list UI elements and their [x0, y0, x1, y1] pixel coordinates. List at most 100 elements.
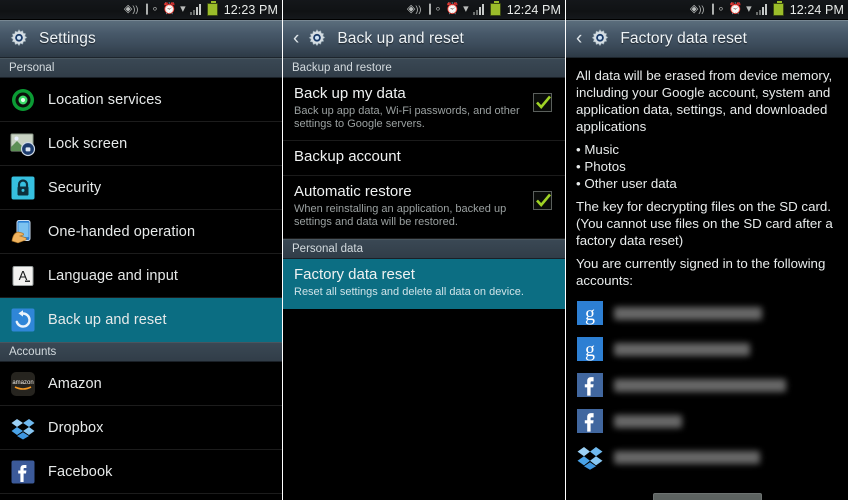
svg-text:g: g	[585, 303, 595, 325]
sidebar-item-label: Back up and reset	[48, 311, 167, 328]
sidebar-item-location-services[interactable]: Location services	[0, 78, 282, 122]
list-item: • Photos	[576, 159, 626, 174]
redacted-account-email	[614, 342, 750, 356]
sidebar-item-back-up-and-reset[interactable]: Back up and reset	[0, 298, 282, 342]
warning-paragraph-3: You are currently signed in to the follo…	[576, 256, 826, 288]
reset-device-button[interactable]: Reset device	[653, 493, 762, 500]
language-icon: A	[10, 263, 36, 289]
battery-icon	[489, 1, 501, 16]
page-title: Factory data reset	[620, 29, 748, 47]
automatic-restore-checkbox[interactable]	[533, 191, 552, 210]
google-icon: g	[576, 299, 604, 327]
back-icon[interactable]: ‹	[293, 29, 299, 48]
settings-gear-icon	[8, 28, 30, 50]
sidebar-item-lock-screen[interactable]: Lock screen	[0, 122, 282, 166]
list-item-text: Factory data reset Reset all settings an…	[294, 266, 555, 299]
sidebar-item-label: Dropbox	[48, 419, 104, 436]
sidebar-item-security[interactable]: Security	[0, 166, 282, 210]
status-bar: ◈)) ❙∘ ⏰ ▾ 12:24 PM	[566, 0, 848, 20]
list-item: • Other user data	[576, 176, 677, 191]
backup-reset-icon	[10, 307, 36, 333]
factory-reset-body: All data will be erased from device memo…	[566, 58, 848, 500]
battery-icon	[206, 1, 218, 16]
bluetooth-icon: ❙∘	[425, 3, 442, 15]
list-item-title: Factory data reset	[294, 266, 415, 283]
list-item-automatic-restore[interactable]: Automatic restore When reinstalling an a…	[283, 176, 565, 239]
section-header-backup-and-restore: Backup and restore	[283, 58, 565, 78]
panel-factory-data-reset: ◈)) ❙∘ ⏰ ▾ 12:24 PM ‹ Factory data reset	[566, 0, 848, 500]
nfc-icon: ◈))	[689, 3, 705, 15]
wifi-icon: ▾	[746, 3, 752, 15]
facebook-icon	[576, 407, 604, 435]
dropbox-icon	[10, 415, 36, 441]
sidebar-item-label: Security	[48, 179, 102, 196]
panel-backup-and-reset: ◈)) ❙∘ ⏰ ▾ 12:24 PM ‹ Back up and reset …	[283, 0, 565, 500]
list-item-back-up-my-data[interactable]: Back up my data Back up app data, Wi-Fi …	[283, 78, 565, 141]
signal-icon	[189, 3, 203, 16]
redacted-account-email	[614, 378, 786, 392]
bluetooth-icon: ❙∘	[142, 3, 159, 15]
list-item-subtitle: Reset all settings and delete all data o…	[294, 286, 524, 298]
section-header-personal-data: Personal data	[283, 239, 565, 259]
list-item	[576, 367, 839, 403]
bluetooth-icon: ❙∘	[708, 3, 725, 15]
status-bar: ◈)) ❙∘ ⏰ ▾ 12:23 PM	[0, 0, 282, 20]
warning-paragraph-2: The key for decrypting files on the SD c…	[576, 199, 833, 248]
sidebar-item-one-handed-operation[interactable]: One-handed operation	[0, 210, 282, 254]
signed-in-accounts-list: g g	[576, 295, 839, 475]
one-handed-icon	[10, 219, 36, 245]
list-item-title: Back up my data	[294, 85, 406, 102]
status-icons: ◈)) ❙∘ ⏰ ▾	[407, 1, 501, 16]
sidebar-item-dropbox[interactable]: Dropbox	[0, 406, 282, 450]
nfc-icon: ◈))	[123, 3, 139, 15]
settings-gear-icon	[589, 28, 611, 50]
status-clock: 12:24 PM	[506, 2, 561, 17]
list-item-text: Back up my data Back up app data, Wi-Fi …	[294, 85, 525, 131]
lock-screen-icon	[10, 131, 36, 157]
section-header-personal: Personal	[0, 58, 282, 78]
reset-button-container: Reset device	[576, 493, 839, 500]
sidebar-item-label: Facebook	[48, 463, 113, 480]
alarm-icon: ⏰	[728, 3, 743, 15]
alarm-icon: ⏰	[162, 3, 177, 15]
facebook-icon	[576, 371, 604, 399]
erased-data-list: • Music • Photos • Other user data	[576, 141, 839, 192]
redacted-account-email	[614, 450, 760, 464]
status-clock: 12:24 PM	[789, 2, 844, 17]
location-icon	[10, 87, 36, 113]
screenshot-root: ◈)) ❙∘ ⏰ ▾ 12:23 PM Settings Personal Lo…	[0, 0, 848, 500]
redacted-account-email	[614, 306, 762, 320]
list-item-title: Backup account	[294, 148, 401, 165]
wifi-icon: ▾	[180, 3, 186, 15]
list-item-text: Backup account	[294, 148, 555, 166]
svg-text:g: g	[585, 339, 595, 361]
facebook-icon	[10, 459, 36, 485]
sidebar-item-language-and-input[interactable]: A Language and input	[0, 254, 282, 298]
list-item	[576, 439, 839, 475]
security-lock-icon	[10, 175, 36, 201]
redacted-account-email	[614, 414, 682, 428]
sidebar-item-label: Language and input	[48, 267, 179, 284]
sidebar-item-amazon[interactable]: amazon Amazon	[0, 362, 282, 406]
action-bar: ‹ Back up and reset	[283, 20, 565, 58]
list-item-backup-account[interactable]: Backup account	[283, 141, 565, 176]
signal-icon	[472, 3, 486, 16]
list-item-text: Automatic restore When reinstalling an a…	[294, 183, 525, 229]
status-icons: ◈)) ❙∘ ⏰ ▾	[689, 1, 784, 16]
list-item-factory-data-reset[interactable]: Factory data reset Reset all settings an…	[283, 259, 565, 309]
sidebar-item-facebook[interactable]: Facebook	[0, 450, 282, 494]
list-item: g	[576, 331, 839, 367]
back-icon[interactable]: ‹	[576, 29, 582, 48]
amazon-icon: amazon	[10, 371, 36, 397]
list-item-title: Automatic restore	[294, 183, 412, 200]
status-bar: ◈)) ❙∘ ⏰ ▾ 12:24 PM	[283, 0, 565, 20]
sidebar-item-label: Lock screen	[48, 135, 128, 152]
list-item: • Music	[576, 142, 620, 157]
list-item-subtitle: When reinstalling an application, backed…	[294, 203, 507, 228]
google-icon: g	[576, 335, 604, 363]
wifi-icon: ▾	[463, 3, 469, 15]
list-item: g	[576, 295, 839, 331]
list-item-subtitle: Back up app data, Wi-Fi passwords, and o…	[294, 105, 520, 130]
back-up-my-data-checkbox[interactable]	[533, 93, 552, 112]
signal-icon	[755, 3, 769, 16]
